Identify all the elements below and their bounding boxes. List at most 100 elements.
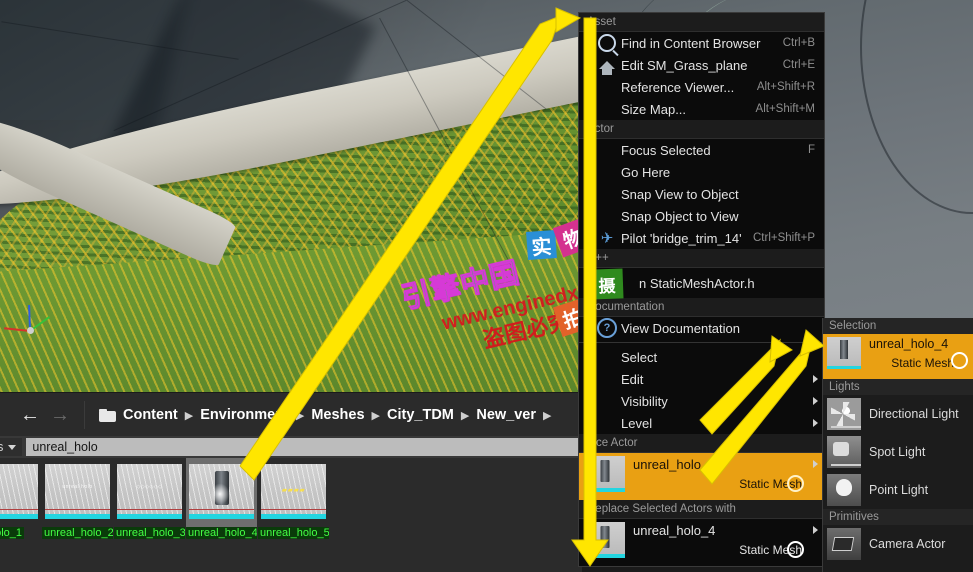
panel-item-spot-light[interactable]: Spot Light xyxy=(823,433,973,471)
thumb-grid xyxy=(0,464,38,519)
chevron-right-icon xyxy=(813,419,818,427)
chevron-right-icon xyxy=(813,375,818,383)
menu-item-label: Edit xyxy=(621,371,644,387)
asset-tile[interactable]: ▰▰▰▰ unreal_holo_5 xyxy=(258,458,329,539)
asset-thumbnail xyxy=(827,337,861,369)
selection-name: unreal_holo_4 xyxy=(869,337,949,351)
menu-item-label: n StaticMeshActor.h xyxy=(639,275,755,291)
breadcrumb: Content ▶ Environment ▶ Meshes ▶ City_TD… xyxy=(85,407,551,423)
context-section-cpp: C++ xyxy=(579,249,824,268)
thumb-cyan-bar xyxy=(45,514,110,519)
menu-item-label: Find in Content Browser xyxy=(621,35,761,51)
point-light-icon xyxy=(827,474,861,506)
chevron-right-icon: ▶ xyxy=(543,409,552,422)
asset-thumbnail xyxy=(189,464,254,519)
place-actors-panel: Selection unreal_holo_4 Static Mesh Ligh… xyxy=(822,318,973,572)
menu-item-shortcut: Ctrl+B xyxy=(782,37,815,49)
thumb-redline xyxy=(45,509,110,510)
context-section-replace-actor: Replace Selected Actors with xyxy=(579,500,824,519)
menu-item-size-map[interactable]: Size Map... Alt+Shift+M xyxy=(579,98,824,120)
filters-label: ers xyxy=(0,440,4,454)
transform-gizmo[interactable] xyxy=(4,300,64,344)
menu-item-edit-sm-grass-plane[interactable]: Edit SM_Grass_plane Ctrl+E xyxy=(579,54,824,76)
menu-item-visibility[interactable]: Visibility xyxy=(579,390,824,412)
asset-tile[interactable]: unreal holo unreal_holo_2 xyxy=(42,458,113,539)
menu-item-edit[interactable]: Edit xyxy=(579,368,824,390)
forward-arrow-icon[interactable]: → xyxy=(50,405,70,425)
back-arrow-icon[interactable]: ← xyxy=(20,405,40,425)
asset-tile[interactable]: holo_1 xyxy=(0,458,41,539)
menu-item-snap-view-to-object[interactable]: Snap View to Object xyxy=(579,183,824,205)
navigation-buttons: ← → xyxy=(0,401,85,429)
unreal-editor-screen: 引擎中国 www.enginedx.com 盗图必究 实 物 拍 ← → Con… xyxy=(0,0,973,572)
folder-icon xyxy=(99,408,116,422)
panel-item-point-light[interactable]: Point Light xyxy=(823,471,973,509)
menu-item-level[interactable]: Level xyxy=(579,412,824,434)
chevron-right-icon xyxy=(813,526,818,534)
asset-thumbnail: ◇◇◇◇◇◇ xyxy=(117,464,182,519)
breadcrumb-item-city-tdm[interactable]: City_TDM xyxy=(387,407,454,423)
thumb-redline xyxy=(261,509,326,510)
menu-item-go-here[interactable]: Go Here xyxy=(579,161,824,183)
menu-item-label: Reference Viewer... xyxy=(621,79,735,95)
asset-label: unreal_holo_3 xyxy=(114,527,185,539)
thumb-text: ◇◇◇◇◇◇ xyxy=(136,484,163,490)
menu-item-snap-object-to-view[interactable]: Snap Object to View xyxy=(579,205,824,227)
menu-item-reference-viewer[interactable]: Reference Viewer... Alt+Shift+R xyxy=(579,76,824,98)
home-icon xyxy=(597,56,617,75)
camera-actor-icon xyxy=(827,528,861,560)
menu-item-replace-actor-unreal-holo-4[interactable]: unreal_holo_4 Static Mesh xyxy=(579,519,824,566)
asset-thumbnail xyxy=(585,522,625,558)
asset-tile-grid: holo_1 unreal holo unreal_holo_2 ◇◇◇◇◇◇ … xyxy=(0,458,582,572)
menu-item-shortcut: Ctrl+E xyxy=(782,59,815,71)
content-browser-filter-bar: ers unreal_holo xyxy=(0,436,582,458)
thumb-cyan-bar xyxy=(189,514,254,519)
thumb-redline xyxy=(189,509,254,510)
menu-divider xyxy=(579,342,824,343)
menu-item-place-actor-unreal-holo-4[interactable]: unreal_holo_4 Static Mesh xyxy=(579,453,824,500)
context-section-actor: Actor xyxy=(579,120,824,139)
menu-item-label: View Documentation xyxy=(621,320,740,336)
asset-label: unreal_holo_2 xyxy=(42,527,113,539)
panel-item-selection-unreal-holo-4[interactable]: unreal_holo_4 Static Mesh xyxy=(823,334,973,379)
thumb-redline xyxy=(117,509,182,510)
menu-item-focus-selected[interactable]: Focus Selected F xyxy=(579,139,824,161)
menu-item-find-in-content-browser[interactable]: Find in Content Browser Ctrl+B xyxy=(579,32,824,54)
panel-item-directional-light[interactable]: Directional Light xyxy=(823,395,973,433)
menu-item-shortcut: Ctrl+Shift+P xyxy=(753,232,815,244)
asset-thumbnail xyxy=(585,456,625,492)
menu-item-label: Snap View to Object xyxy=(621,186,739,202)
asset-tile-selected[interactable]: unreal_holo_4 xyxy=(186,458,257,539)
menu-item-label: Focus Selected xyxy=(621,142,711,158)
filters-dropdown[interactable]: ers xyxy=(0,438,23,456)
asset-tile[interactable]: ◇◇◇◇◇◇ unreal_holo_3 xyxy=(114,458,185,539)
menu-item-shortcut: Alt+Shift+M xyxy=(755,103,815,115)
plane-icon: ✈ xyxy=(600,229,614,247)
asset-type-ring-icon xyxy=(951,352,968,369)
chevron-right-icon: ▶ xyxy=(184,409,194,422)
menu-item-label: Snap Object to View xyxy=(621,208,739,224)
search-input[interactable]: unreal_holo xyxy=(26,438,580,456)
thumb-cyan-bar xyxy=(117,514,182,519)
panel-item-camera-actor[interactable]: Camera Actor xyxy=(823,525,973,563)
menu-item-select[interactable]: Select xyxy=(579,346,824,368)
chevron-right-icon xyxy=(813,397,818,405)
thumb-holo-mesh xyxy=(209,471,230,505)
asset-type-ring-icon xyxy=(787,541,804,558)
breadcrumb-item-new-ver[interactable]: New_ver xyxy=(476,407,536,423)
menu-item-label: Level xyxy=(621,415,653,431)
breadcrumb-item-content[interactable]: Content xyxy=(123,407,178,423)
thumb-redline xyxy=(0,509,38,510)
chevron-right-icon: ▶ xyxy=(371,409,380,422)
menu-item-pilot-bridge-trim-14[interactable]: ✈ Pilot 'bridge_trim_14' Ctrl+Shift+P xyxy=(579,227,824,249)
menu-item-open-staticmeshactor-h[interactable]: n StaticMeshActor.h 摄 xyxy=(579,268,824,300)
magnifier-icon xyxy=(597,34,617,52)
chevron-right-icon: ▶ xyxy=(295,409,305,422)
asset-thumbnail: unreal holo xyxy=(45,464,110,519)
panel-section-primitives: Primitives xyxy=(823,509,973,525)
breadcrumb-item-meshes[interactable]: Meshes xyxy=(311,407,364,423)
breadcrumb-item-environment[interactable]: Environment xyxy=(200,407,289,423)
menu-item-view-documentation[interactable]: ? View Documentation xyxy=(579,317,824,339)
asset-label: unreal_holo_4 xyxy=(186,527,257,539)
place-actor-name: unreal_holo_4 xyxy=(633,457,716,472)
